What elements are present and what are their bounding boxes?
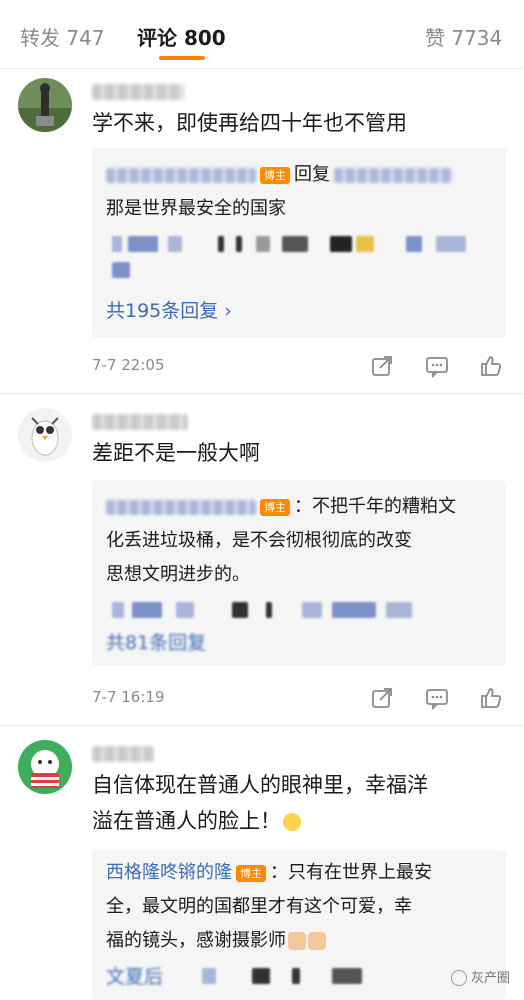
avatar[interactable] <box>18 78 72 132</box>
blurred-content <box>106 262 146 280</box>
reply-text-line: 思想文明进步的。 <box>106 564 250 585</box>
comment-text-line: 溢在普通人的脸上！ <box>92 804 502 838</box>
reply-box[interactable]: 博主 ：不把千年的糟粕文 化丢进垃圾桶，是不会彻根彻底的改变 思想文明进步的。 共… <box>92 480 506 666</box>
comment-time: 7-7 22:05 <box>92 356 165 374</box>
more-replies-link[interactable]: 共81条回复 <box>106 628 206 655</box>
blurred-content <box>202 968 462 986</box>
comment-item: 学不来，即使再给四十年也不管用 博主 回复 那是世界最安全的国家 共195条回复 … <box>0 78 524 398</box>
author-badge: 博主 <box>260 166 290 184</box>
like-icon[interactable] <box>479 354 503 378</box>
praying-hands-emoji-icon <box>308 932 326 950</box>
reply-line: 西格隆咚锵的隆 博主 ：只有在世界上最安 <box>106 856 496 890</box>
share-icon[interactable] <box>370 354 394 378</box>
avatar[interactable] <box>18 408 72 462</box>
reply-prefix: 回复 <box>294 164 330 185</box>
reply-text-line: 化丢进垃圾桶，是不会彻根彻底的改变 <box>106 530 412 551</box>
reply-author-link[interactable]: 西格隆咚锵的隆 <box>106 862 232 883</box>
share-icon[interactable] <box>370 686 394 710</box>
reply-text: 那是世界最安全的国家 <box>106 198 286 219</box>
reply-text-line: ：只有在世界上最安 <box>270 862 432 883</box>
like-icon[interactable] <box>479 686 503 710</box>
reply-author-blurred[interactable] <box>106 499 256 515</box>
reply-box[interactable]: 西格隆咚锵的隆 博主 ：只有在世界上最安 全，最文明的国都里才有这个可爱，幸 福的镜… <box>92 850 506 1000</box>
comment-time: 7-7 16:19 <box>92 688 165 706</box>
comment-icon[interactable] <box>425 686 449 710</box>
tab-likes[interactable]: 赞 7734 <box>425 22 502 51</box>
avatar[interactable] <box>18 740 72 794</box>
more-replies-link[interactable]: 共195条回复 › <box>106 296 232 323</box>
comment-item: 自信体现在普通人的眼神里，幸福洋 溢在普通人的脸上！ 西格隆咚锵的隆 博主 ：只有在… <box>0 740 524 1000</box>
username-blurred[interactable] <box>92 414 188 430</box>
author-badge: 博主 <box>260 498 290 516</box>
comment-item: 差距不是一般大啊 博主 ：不把千年的糟粕文 化丢进垃圾桶，是不会彻根彻底的改变 思… <box>0 408 524 730</box>
reply-line: 博主 回复 <box>106 158 496 192</box>
comment-icon[interactable] <box>425 354 449 378</box>
reply-text-line: ：不把千年的糟粕文 <box>294 496 456 517</box>
blurred-content <box>106 602 486 620</box>
tab-reposts[interactable]: 转发 747 <box>20 22 105 51</box>
smile-emoji-icon <box>283 813 301 831</box>
author-badge: 博主 <box>236 864 266 882</box>
watermark: 灰产圈 <box>450 967 510 986</box>
blurred-content <box>106 236 486 254</box>
wechat-logo-icon <box>450 970 467 986</box>
reply-text-span: 福的镜头，感谢摄影师 <box>106 930 286 951</box>
reply-line: 博主 ：不把千年的糟粕文 <box>106 490 496 524</box>
watermark-text: 灰产圈 <box>470 970 510 986</box>
reply-box[interactable]: 博主 回复 那是世界最安全的国家 共195条回复 › <box>92 148 506 338</box>
reply-author-blurred[interactable] <box>106 167 256 183</box>
more-replies-link[interactable]: 文夏后 <box>106 962 163 989</box>
divider <box>0 393 524 394</box>
comment-tabs: 转发 747 评论 800 赞 7734 <box>0 0 524 69</box>
comment-text: 差距不是一般大啊 <box>92 441 260 465</box>
active-tab-indicator <box>159 56 205 60</box>
reply-target-blurred[interactable] <box>334 167 452 183</box>
username-blurred[interactable] <box>92 84 184 100</box>
praying-hands-emoji-icon <box>288 932 306 950</box>
comment-text-line: 自信体现在普通人的眼神里，幸福洋 <box>92 773 428 797</box>
reply-text-line: 全，最文明的国都里才有这个可爱，幸 <box>106 896 412 917</box>
comment-text: 学不来，即使再给四十年也不管用 <box>92 111 407 135</box>
divider <box>0 725 524 726</box>
reply-text-line: 福的镜头，感谢摄影师 <box>106 924 496 958</box>
comment-text-span: 溢在普通人的脸上！ <box>92 809 281 833</box>
username-blurred[interactable] <box>92 746 154 762</box>
tab-comments[interactable]: 评论 800 <box>137 22 226 51</box>
